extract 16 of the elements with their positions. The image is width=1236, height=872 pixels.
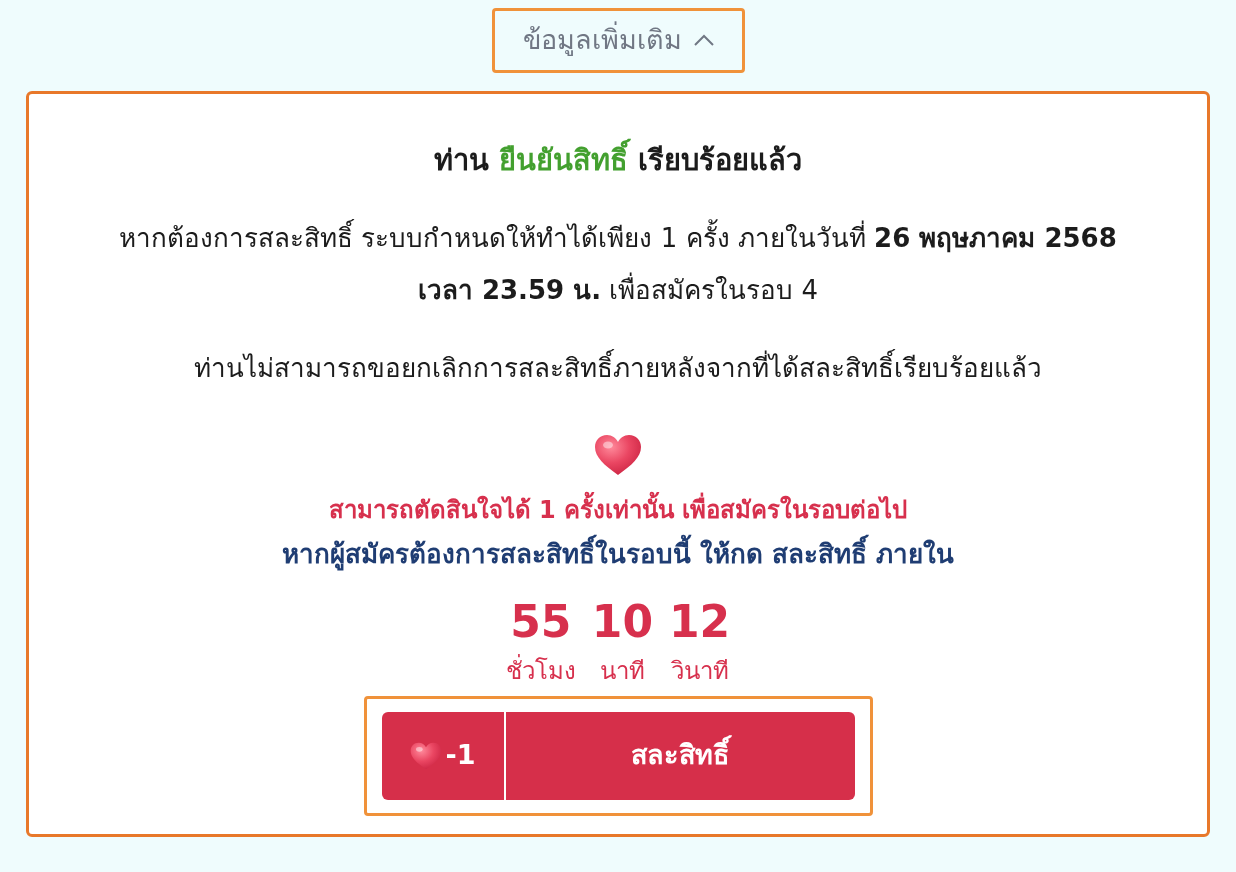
more-info-toggle[interactable]: ข้อมูลเพิ่มเติม	[491, 8, 745, 73]
card-title: ท่าน ยืนยันสิทธิ์ เรียบร้อยแล้ว	[433, 137, 803, 182]
notice-paragraph: หากต้องการสละสิทธิ์ ระบบกำหนดให้ทำได้เพียง 1 ครั้ง ภายในวันที่ 26 พฤษภาคม 2568 เวลา 23.59 น. เพื่อสมัครในรอบ 4	[98, 211, 1138, 316]
instruction-text: หากผู้สมัครต้องการสละสิทธิ์ในรอบนี้ ให้กด สละสิทธิ์ ภายใน	[281, 531, 955, 576]
waive-button[interactable]: -1 สละสิทธิ์	[381, 711, 855, 800]
chevron-up-icon	[693, 34, 714, 47]
countdown-unit: ชั่วโมง	[505, 653, 576, 687]
countdown-value: 55	[510, 595, 572, 648]
heart-icon	[594, 433, 642, 476]
countdown-value: 12	[669, 595, 731, 648]
small-heart-icon	[409, 741, 442, 770]
countdown-unit: นาที	[599, 655, 645, 687]
notice-paragraph: ท่านไม่สามารถขอยกเลิกการสละสิทธิ์ภายหลังจากที่ได้สละสิทธิ์เรียบร้อยแล้ว	[194, 341, 1042, 394]
countdown-value: 10	[591, 595, 653, 648]
countdown-unit: วินาที	[670, 655, 729, 687]
warning-text: สามารถตัดสินใจได้ 1 ครั้งเท่านั้น เพื่อสมัครในรอบต่อไป	[328, 487, 908, 532]
